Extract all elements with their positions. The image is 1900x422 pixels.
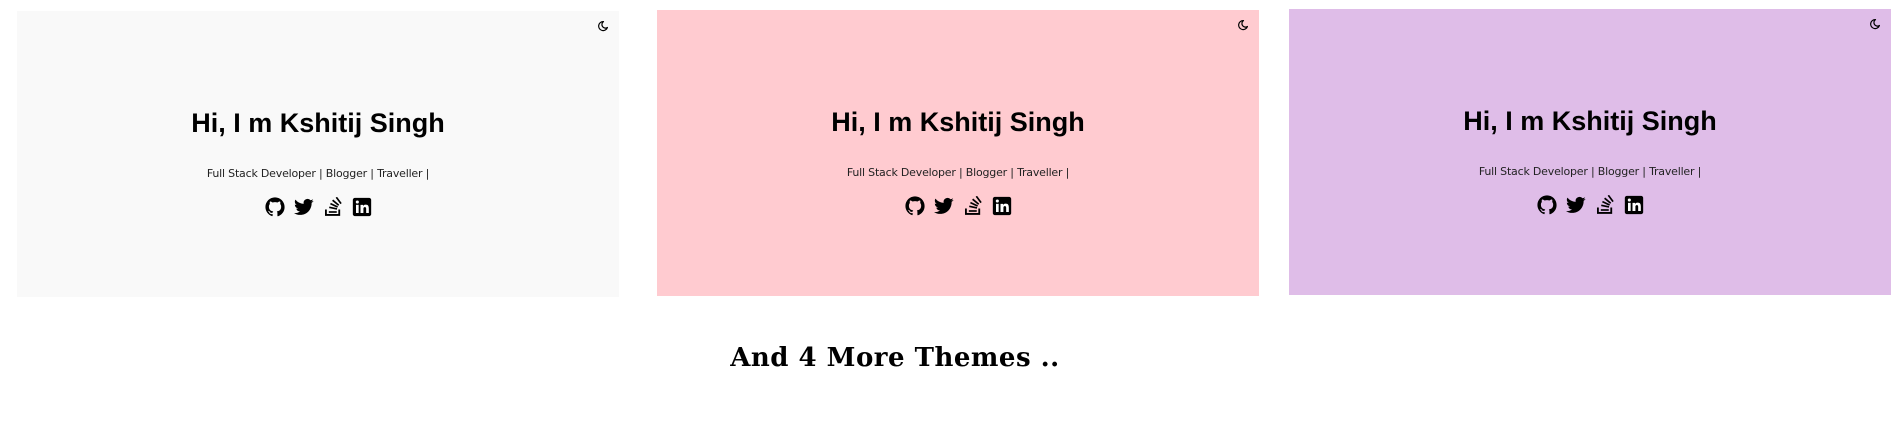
hero-subtitle: Full Stack Developer | Blogger | Travell… [846,166,1070,179]
theme-preview-card-purple: Hi, I m Kshitij Singh Full Stack Develop… [1289,9,1891,295]
github-icon[interactable] [265,197,285,217]
github-icon[interactable] [1537,195,1557,215]
theme-preview-card-pink: Hi, I m Kshitij Singh Full Stack Develop… [657,10,1259,296]
twitter-icon[interactable] [294,197,314,217]
twitter-icon[interactable] [1566,195,1586,215]
moon-icon[interactable] [597,20,609,32]
hero-subtitle: Full Stack Developer | Blogger | Travell… [1478,165,1702,178]
hero-title: Hi, I m Kshitij Singh [831,107,1085,137]
social-links [1289,195,1891,215]
social-links [17,197,619,217]
stackoverflow-icon[interactable] [1595,195,1615,215]
linkedin-icon[interactable] [1624,195,1644,215]
theme-preview-card-light: Hi, I m Kshitij Singh Full Stack Develop… [17,11,619,297]
twitter-icon[interactable] [934,196,954,216]
github-icon[interactable] [905,196,925,216]
hero-subtitle: Full Stack Developer | Blogger | Travell… [206,167,430,180]
hero-title: Hi, I m Kshitij Singh [191,108,445,138]
moon-icon[interactable] [1869,18,1881,30]
linkedin-icon[interactable] [352,197,372,217]
moon-icon[interactable] [1237,19,1249,31]
social-links [657,196,1259,216]
more-themes-caption: And 4 More Themes .. [730,343,1060,373]
stackoverflow-icon[interactable] [963,196,983,216]
linkedin-icon[interactable] [992,196,1012,216]
hero-title: Hi, I m Kshitij Singh [1463,106,1717,136]
stackoverflow-icon[interactable] [323,197,343,217]
